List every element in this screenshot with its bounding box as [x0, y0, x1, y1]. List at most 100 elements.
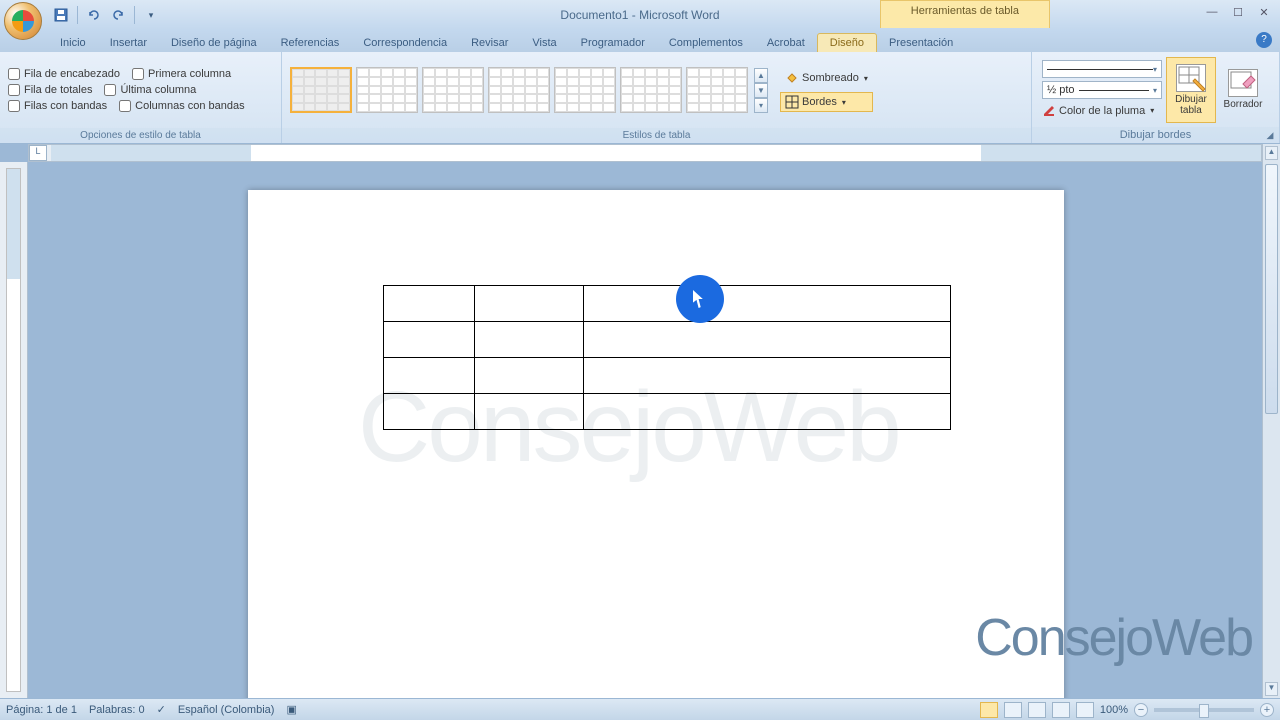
zoom-slider[interactable]	[1154, 708, 1254, 712]
chk-filas-bandas[interactable]: Filas con bandas	[8, 100, 107, 112]
vertical-scrollbar[interactable]: ▲ ▼	[1262, 144, 1280, 698]
pen-icon	[1042, 102, 1056, 119]
tab-diseno-pagina[interactable]: Diseño de página	[159, 34, 269, 52]
line-style-select[interactable]: ▾	[1042, 60, 1162, 78]
zoom-in-button[interactable]: +	[1260, 703, 1274, 717]
status-words[interactable]: Palabras: 0	[89, 704, 145, 716]
borders-icon	[785, 95, 799, 109]
tab-inicio[interactable]: Inicio	[48, 34, 98, 52]
page-viewport[interactable]: ConsejoWeb ConsejoWeb	[28, 162, 1262, 698]
window-title: Documento1 - Microsoft Word	[560, 8, 719, 22]
view-draft[interactable]	[1076, 702, 1094, 718]
borders-button[interactable]: Bordes ▾	[780, 92, 873, 112]
scroll-down-icon[interactable]: ▼	[1265, 682, 1278, 696]
tab-correspondencia[interactable]: Correspondencia	[351, 34, 459, 52]
table-cell[interactable]	[384, 358, 475, 394]
table-style-6[interactable]	[620, 67, 682, 113]
tab-vista[interactable]: Vista	[520, 34, 568, 52]
eraser-icon	[1228, 69, 1258, 97]
proofing-icon[interactable]: ✓	[157, 703, 166, 716]
ribbon-tabs: Inicio Insertar Diseño de página Referen…	[0, 30, 1280, 52]
table-style-7[interactable]	[686, 67, 748, 113]
tab-selector[interactable]: L	[29, 145, 47, 161]
save-icon[interactable]	[50, 4, 72, 26]
table-cell[interactable]	[475, 322, 584, 358]
table-cell[interactable]	[384, 394, 475, 430]
draw-table-icon	[1176, 64, 1206, 92]
table-row	[384, 358, 951, 394]
quick-access-toolbar: ▾	[50, 4, 162, 26]
table-row	[384, 394, 951, 430]
table-cell[interactable]	[584, 322, 951, 358]
gallery-up-icon[interactable]: ▲	[754, 68, 768, 83]
gallery-down-icon[interactable]: ▼	[754, 83, 768, 98]
line-weight-select[interactable]: ½ pto▾	[1042, 81, 1162, 99]
status-page[interactable]: Página: 1 de 1	[6, 704, 77, 716]
page[interactable]: ConsejoWeb	[248, 190, 1064, 698]
office-button[interactable]	[4, 2, 42, 40]
undo-icon[interactable]	[83, 4, 105, 26]
view-web[interactable]	[1028, 702, 1046, 718]
chk-fila-encabezado[interactable]: Fila de encabezado	[8, 68, 120, 80]
gallery-more-icon[interactable]: ▾	[754, 98, 768, 113]
chk-columnas-bandas[interactable]: Columnas con bandas	[119, 100, 244, 112]
vertical-ruler[interactable]	[0, 162, 28, 698]
shading-button[interactable]: Sombreado ▾	[780, 68, 873, 88]
pen-color-button[interactable]: Color de la pluma ▾	[1042, 102, 1162, 119]
scroll-thumb[interactable]	[1265, 164, 1278, 414]
help-icon[interactable]: ?	[1256, 32, 1272, 48]
tab-complementos[interactable]: Complementos	[657, 34, 755, 52]
table-cell[interactable]	[384, 286, 475, 322]
chk-primera-columna[interactable]: Primera columna	[132, 68, 231, 80]
tab-programador[interactable]: Programador	[569, 34, 657, 52]
table-cell[interactable]	[475, 394, 584, 430]
table-style-1[interactable]	[290, 67, 352, 113]
tab-insertar[interactable]: Insertar	[98, 34, 159, 52]
status-language[interactable]: Español (Colombia)	[178, 704, 275, 716]
tab-presentacion[interactable]: Presentación	[877, 34, 965, 52]
tab-diseno[interactable]: Diseño	[817, 33, 877, 52]
scroll-up-icon[interactable]: ▲	[1265, 146, 1278, 160]
chk-fila-totales[interactable]: Fila de totales	[8, 84, 92, 96]
redo-icon[interactable]	[107, 4, 129, 26]
separator	[77, 6, 78, 24]
zoom-level[interactable]: 100%	[1100, 704, 1128, 716]
table-cell[interactable]	[475, 358, 584, 394]
dialog-launcher-icon[interactable]: ◢	[1264, 130, 1276, 142]
table-cell[interactable]	[475, 286, 584, 322]
document-table[interactable]	[383, 285, 951, 430]
tab-referencias[interactable]: Referencias	[269, 34, 352, 52]
table-style-2[interactable]	[356, 67, 418, 113]
horizontal-ruler[interactable]	[51, 145, 1261, 161]
title-bar: ▾ Documento1 - Microsoft Word Herramient…	[0, 0, 1280, 30]
table-cell[interactable]	[584, 286, 951, 322]
table-style-3[interactable]	[422, 67, 484, 113]
table-tools-context-tab: Herramientas de tabla	[880, 0, 1050, 28]
maximize-button[interactable]: ☐	[1228, 4, 1248, 20]
tab-acrobat[interactable]: Acrobat	[755, 34, 817, 52]
view-print-layout[interactable]	[980, 702, 998, 718]
minimize-button[interactable]: —	[1202, 4, 1222, 20]
status-bar: Página: 1 de 1 Palabras: 0 ✓ Español (Co…	[0, 698, 1280, 720]
table-row	[384, 322, 951, 358]
table-cell[interactable]	[584, 394, 951, 430]
table-style-5[interactable]	[554, 67, 616, 113]
table-row	[384, 286, 951, 322]
table-style-4[interactable]	[488, 67, 550, 113]
ribbon: Fila de encabezado Primera columna Fila …	[0, 52, 1280, 144]
group-label-style-options: Opciones de estilo de tabla	[0, 128, 281, 143]
table-cell[interactable]	[584, 358, 951, 394]
view-full-screen[interactable]	[1004, 702, 1022, 718]
qat-customize-icon[interactable]: ▾	[140, 4, 162, 26]
close-button[interactable]: ✕	[1254, 4, 1274, 20]
macro-record-icon[interactable]: ▣	[286, 703, 296, 716]
tab-revisar[interactable]: Revisar	[459, 34, 520, 52]
group-label-draw-borders: Dibujar bordes◢	[1032, 127, 1279, 143]
chk-ultima-columna[interactable]: Última columna	[104, 84, 196, 96]
table-cell[interactable]	[384, 322, 475, 358]
view-outline[interactable]	[1052, 702, 1070, 718]
eraser-button[interactable]: Borrador	[1218, 57, 1268, 123]
zoom-out-button[interactable]: −	[1134, 703, 1148, 717]
bucket-icon	[785, 71, 799, 85]
draw-table-button[interactable]: Dibujar tabla	[1166, 57, 1216, 123]
